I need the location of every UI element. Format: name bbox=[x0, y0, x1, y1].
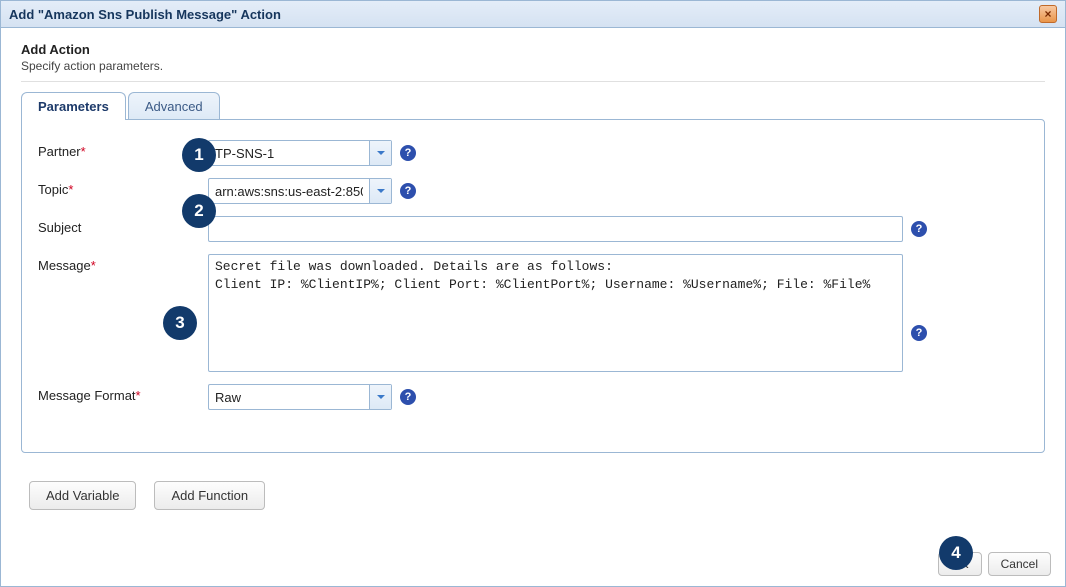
chevron-down-icon[interactable] bbox=[369, 179, 391, 203]
row-partner: Partner* bbox=[38, 140, 1028, 166]
add-variable-button[interactable]: Add Variable bbox=[29, 481, 136, 510]
ok-button[interactable]: OK bbox=[938, 552, 981, 576]
partner-select[interactable] bbox=[208, 140, 392, 166]
chevron-down-icon[interactable] bbox=[369, 141, 391, 165]
label-format: Message Format* bbox=[38, 384, 208, 403]
control-partner bbox=[208, 140, 1028, 166]
help-icon[interactable] bbox=[400, 145, 416, 161]
label-message: Message* bbox=[38, 254, 208, 273]
dialog-title: Add "Amazon Sns Publish Message" Action bbox=[9, 7, 281, 22]
format-select[interactable] bbox=[208, 384, 392, 410]
tab-parameters-label: Parameters bbox=[38, 99, 109, 114]
label-topic-text: Topic bbox=[38, 182, 68, 197]
label-topic: Topic* bbox=[38, 178, 208, 197]
help-icon[interactable] bbox=[400, 183, 416, 199]
subject-input[interactable] bbox=[208, 216, 903, 242]
partner-input[interactable] bbox=[209, 141, 369, 165]
row-topic: Topic* bbox=[38, 178, 1028, 204]
help-icon[interactable] bbox=[400, 389, 416, 405]
tabs: Parameters Advanced bbox=[21, 92, 1045, 120]
close-icon[interactable]: × bbox=[1039, 5, 1057, 23]
row-subject: Subject bbox=[38, 216, 1028, 242]
add-function-button[interactable]: Add Function bbox=[154, 481, 265, 510]
divider bbox=[21, 81, 1045, 82]
dialog-body: Add Action Specify action parameters. Pa… bbox=[1, 28, 1065, 586]
section-subtitle: Specify action parameters. bbox=[21, 59, 1045, 73]
control-subject bbox=[208, 216, 1028, 242]
label-message-text: Message bbox=[38, 258, 91, 273]
label-subject: Subject bbox=[38, 216, 208, 235]
control-format bbox=[208, 384, 1028, 410]
tab-panel-parameters: Partner* Topic* bbox=[21, 119, 1045, 453]
row-format: Message Format* bbox=[38, 384, 1028, 410]
label-subject-text: Subject bbox=[38, 220, 81, 235]
control-topic bbox=[208, 178, 1028, 204]
row-message: Message* bbox=[38, 254, 1028, 372]
label-format-text: Message Format bbox=[38, 388, 136, 403]
section-title: Add Action bbox=[21, 42, 1045, 57]
tab-parameters[interactable]: Parameters bbox=[21, 92, 126, 120]
label-partner-text: Partner bbox=[38, 144, 81, 159]
help-icon[interactable] bbox=[911, 325, 927, 341]
tab-advanced[interactable]: Advanced bbox=[128, 92, 220, 120]
topic-select[interactable] bbox=[208, 178, 392, 204]
topic-input[interactable] bbox=[209, 179, 369, 203]
chevron-down-icon[interactable] bbox=[369, 385, 391, 409]
dialog-window: Add "Amazon Sns Publish Message" Action … bbox=[0, 0, 1066, 587]
label-partner: Partner* bbox=[38, 140, 208, 159]
required-mark: * bbox=[81, 144, 86, 159]
cancel-button[interactable]: Cancel bbox=[988, 552, 1051, 576]
dialog-footer: OK Cancel bbox=[938, 552, 1051, 576]
required-mark: * bbox=[91, 258, 96, 273]
message-textarea[interactable] bbox=[208, 254, 903, 372]
help-icon[interactable] bbox=[911, 221, 927, 237]
control-message bbox=[208, 254, 1028, 372]
tab-advanced-label: Advanced bbox=[145, 99, 203, 114]
format-input[interactable] bbox=[209, 385, 369, 409]
action-button-bar: Add Variable Add Function bbox=[21, 481, 1045, 510]
required-mark: * bbox=[68, 182, 73, 197]
dialog-titlebar: Add "Amazon Sns Publish Message" Action … bbox=[1, 1, 1065, 28]
required-mark: * bbox=[136, 388, 141, 403]
